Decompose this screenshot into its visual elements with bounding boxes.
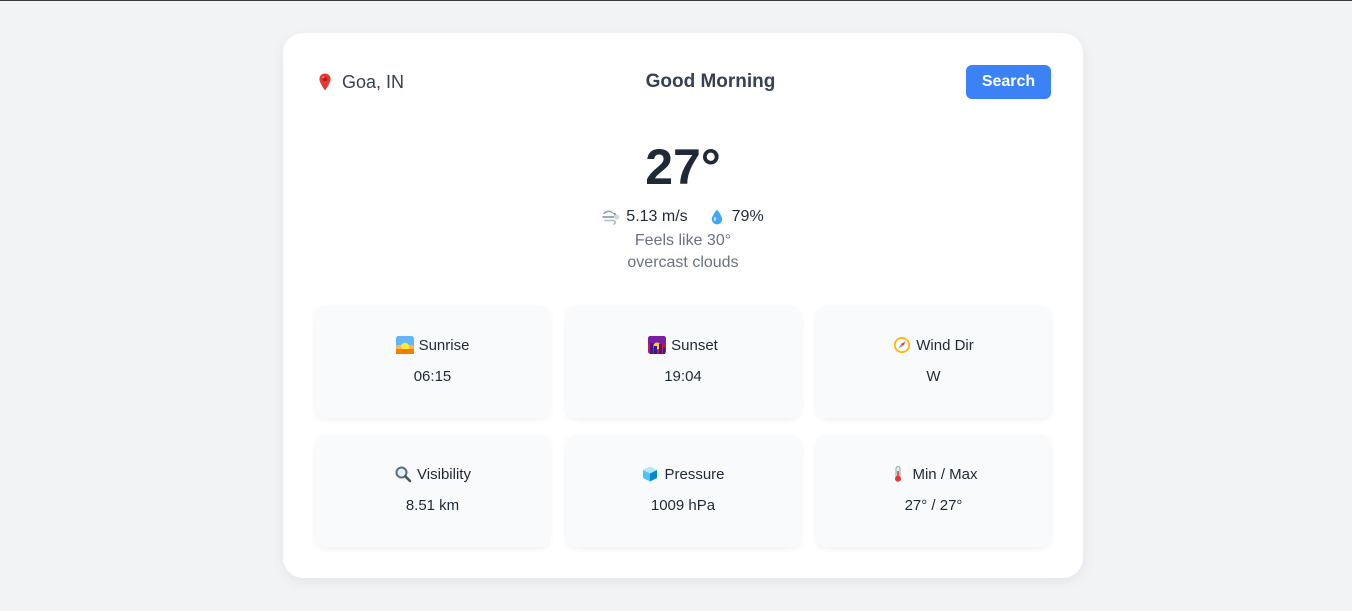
wind-speed: 5.13 m/s	[602, 208, 688, 226]
droplet-icon	[708, 208, 726, 226]
wind-speed-value: 5.13 m/s	[626, 208, 688, 225]
detail-label: Pressure	[664, 465, 725, 483]
detail-label: Visibility	[417, 465, 471, 483]
detail-tile-visibility: Visibility 8.51 km	[315, 435, 550, 547]
thermometer-icon	[889, 465, 907, 483]
detail-label: Sunrise	[418, 336, 470, 354]
detail-label: Wind Dir	[916, 336, 974, 354]
detail-label: Min / Max	[912, 465, 978, 483]
detail-label: Sunset	[671, 336, 718, 354]
detail-tile-min-max: Min / Max 27° / 27°	[816, 435, 1051, 547]
current-metrics: 5.13 m/s 79%	[283, 208, 1083, 226]
location: Goa, IN	[315, 72, 455, 93]
detail-tile-sunset: Sunset 19:04	[565, 306, 801, 418]
detail-value: 1009 hPa	[650, 497, 716, 514]
sunset-icon	[648, 336, 667, 354]
current-temperature: 27°	[645, 139, 721, 195]
humidity: 79%	[708, 208, 764, 226]
search-button[interactable]: Search	[966, 65, 1051, 99]
detail-value: 06:15	[413, 368, 452, 385]
weather-card: Goa, IN Good Morning Search 27° 5.13 m/s	[283, 33, 1083, 578]
location-text: Goa, IN	[342, 71, 405, 92]
compass-icon	[893, 336, 911, 354]
feels-like: Feels like 30°	[634, 232, 732, 249]
window-top-border	[0, 0, 1352, 1]
greeting: Good Morning	[645, 71, 776, 92]
sunrise-icon	[395, 336, 414, 354]
detail-value: 19:04	[664, 368, 702, 385]
detail-value: 8.51 km	[405, 497, 460, 514]
detail-tile-pressure: Pressure 1009 hPa	[565, 435, 801, 547]
ice-cube-icon	[641, 465, 659, 483]
detail-value: 27° / 27°	[904, 497, 963, 514]
location-pin-icon	[315, 72, 335, 92]
details-grid: Sunrise 06:15 Sunset 19:04 Wind Dir W Vi…	[315, 306, 1051, 547]
weather-description: overcast clouds	[627, 254, 739, 271]
magnifier-icon	[394, 465, 412, 483]
card-header: Goa, IN Good Morning Search	[315, 65, 1051, 99]
wind-face-icon	[602, 208, 620, 226]
humidity-value: 79%	[731, 208, 764, 225]
detail-tile-sunrise: Sunrise 06:15	[315, 306, 550, 418]
detail-tile-wind-direction: Wind Dir W	[816, 306, 1051, 418]
detail-value: W	[926, 368, 941, 385]
